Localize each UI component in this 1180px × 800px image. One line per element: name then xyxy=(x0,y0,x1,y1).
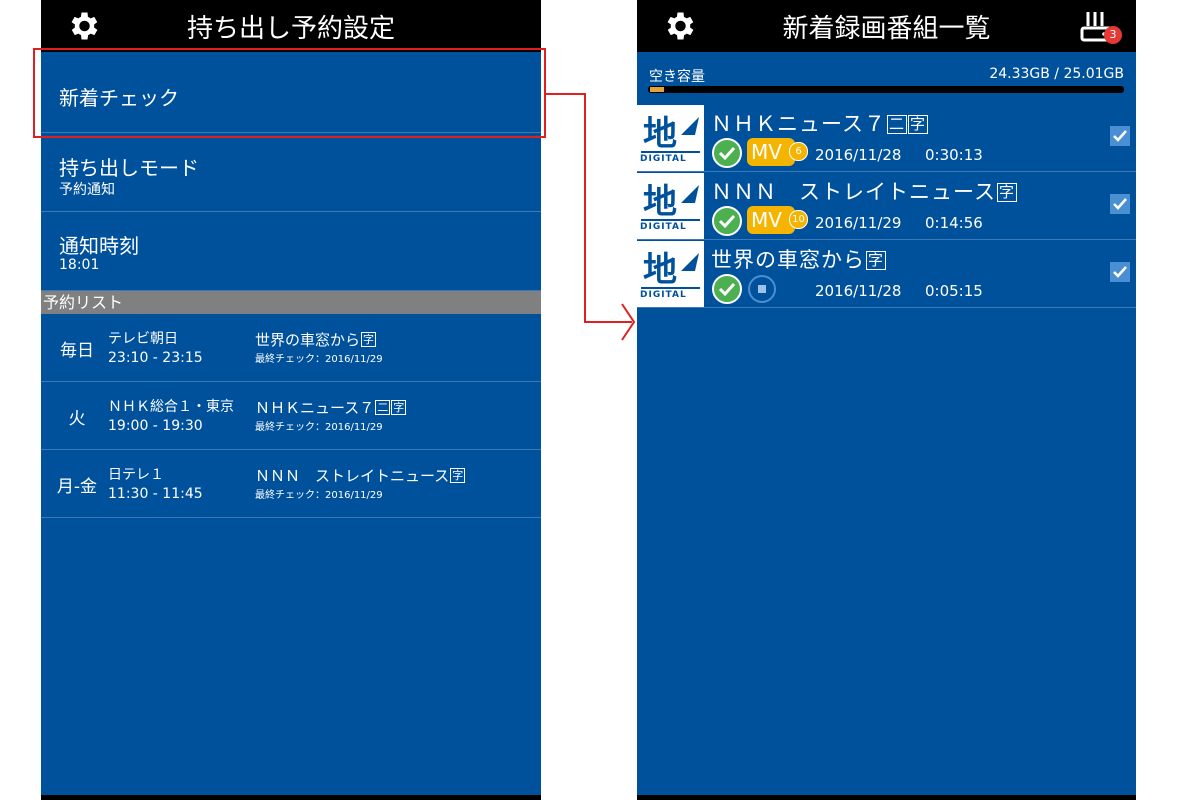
mobile-video-badge: MV xyxy=(747,138,795,166)
svg-text:地: 地 xyxy=(643,250,677,290)
checkmark-icon xyxy=(1113,266,1127,278)
bottom-bar xyxy=(41,795,541,800)
section-header: 予約リスト xyxy=(41,291,541,314)
program-name: ＮＨＫニュース７ xyxy=(711,112,886,136)
storage-indicator: 空き容量 24.33GB / 25.01GB xyxy=(637,52,1136,104)
right-top-bar: 新着録画番組一覧 3 xyxy=(637,0,1136,52)
reservation-item[interactable]: 月-金 日テレ１ 11:30 - 11:45 ＮＮＮ ストレイトニュース字 最終… xyxy=(41,450,541,518)
bilingual-badge: 二 xyxy=(375,400,391,415)
recording-date: 2016/11/28 xyxy=(815,282,902,300)
highlight-callout-box xyxy=(33,48,546,138)
reservation-last-check: 最終チェック：2016/11/29 xyxy=(255,354,383,365)
reservation-channel: テレビ朝日 xyxy=(108,331,178,347)
program-name: ＮＮＮ ストレイトニュース xyxy=(711,180,996,204)
setting-takeout-mode[interactable]: 持ち出しモード 予約通知 xyxy=(41,133,541,212)
page-title: 新着録画番組一覧 xyxy=(782,14,991,44)
caption-badge: 字 xyxy=(450,468,466,483)
bilingual-badge: 二 xyxy=(886,115,907,134)
program-name: 世界の車窓から xyxy=(711,248,865,272)
setting-label: 通知時刻 xyxy=(59,234,139,258)
recording-title: 世界の車窓から字 xyxy=(711,244,887,274)
caption-badge: 字 xyxy=(907,115,928,134)
svg-text:地: 地 xyxy=(643,182,677,222)
setting-value: 予約通知 xyxy=(59,182,115,198)
program-name: ＮＮＮ ストレイトニュース xyxy=(255,467,450,485)
reservation-day: 月-金 xyxy=(56,477,98,497)
mobile-video-badge: MV xyxy=(747,206,795,234)
recording-item[interactable]: 地 DIGITAL 世界の車窓から字 2016/11/28 0:05:15 xyxy=(637,240,1136,308)
select-checkbox[interactable] xyxy=(1110,262,1130,282)
select-checkbox[interactable] xyxy=(1110,194,1130,214)
recording-title: ＮＨＫニュース７ 二字 xyxy=(711,108,928,138)
recording-item[interactable]: 地 DIGITAL ＮＮＮ ストレイトニュース字 MV 10 2016/11/2… xyxy=(637,172,1136,240)
device-count-badge: 3 xyxy=(1104,26,1122,44)
reservation-item[interactable]: 毎日 テレビ朝日 23:10 - 23:15 世界の車窓から字 最終チェック：2… xyxy=(41,314,541,382)
logo-label: DIGITAL xyxy=(640,222,687,232)
reservation-time: 23:10 - 23:15 xyxy=(108,350,203,366)
reservation-program: ＮＮＮ ストレイトニュース字 xyxy=(255,465,466,486)
caption-badge: 字 xyxy=(391,400,407,415)
recording-title: ＮＮＮ ストレイトニュース字 xyxy=(711,176,1017,206)
reservation-day: 火 xyxy=(68,409,86,429)
reservation-last-check: 最終チェック：2016/11/29 xyxy=(255,422,383,433)
channel-logo: 地 DIGITAL xyxy=(637,173,704,239)
reservation-item[interactable]: 火 ＮＨＫ総合１・東京 19:00 - 19:30 ＮＨＫニュース７ 二字 最終チ… xyxy=(41,382,541,450)
caption-badge: 字 xyxy=(361,332,377,347)
channel-logo: 地 DIGITAL xyxy=(637,105,704,171)
storage-label: 空き容量 xyxy=(649,69,705,85)
logo-label: DIGITAL xyxy=(640,290,687,300)
program-name: 世界の車窓から xyxy=(255,331,361,349)
page-title: 持ち出し予約設定 xyxy=(186,14,395,44)
program-name: ＮＨＫニュース７ xyxy=(255,399,375,417)
recording-duration: 0:05:15 xyxy=(925,282,983,300)
caption-badge: 字 xyxy=(996,183,1017,202)
recording-duration: 0:30:13 xyxy=(925,146,983,164)
setting-value: 18:01 xyxy=(59,257,100,273)
storage-bar-fill xyxy=(650,87,665,92)
select-checkbox[interactable] xyxy=(1110,126,1130,146)
reservation-day: 毎日 xyxy=(60,341,94,361)
left-top-bar: 持ち出し予約設定 xyxy=(41,0,541,52)
reservation-time: 19:00 - 19:30 xyxy=(108,418,203,434)
reservation-channel: 日テレ１ xyxy=(108,467,164,483)
mv-count-badge: 10 xyxy=(789,210,808,229)
bottom-bar xyxy=(637,795,1136,800)
recording-duration: 0:14:56 xyxy=(925,214,983,232)
channel-logo: 地 DIGITAL xyxy=(637,241,704,307)
reservation-time: 11:30 - 11:45 xyxy=(108,486,203,502)
checkmark-icon xyxy=(1113,198,1127,210)
storage-bar xyxy=(648,86,1124,93)
check-circle-icon xyxy=(712,138,742,168)
check-circle-icon xyxy=(712,206,742,236)
recording-item[interactable]: 地 DIGITAL ＮＨＫニュース７ 二字 MV 6 2016/11/28 0:3… xyxy=(637,104,1136,172)
reservation-last-check: 最終チェック：2016/11/29 xyxy=(255,490,383,501)
storage-value: 24.33GB / 25.01GB xyxy=(989,66,1124,82)
check-circle-icon xyxy=(712,274,742,304)
recording-date: 2016/11/28 xyxy=(815,146,902,164)
stop-icon[interactable] xyxy=(747,274,777,304)
logo-label: DIGITAL xyxy=(640,154,687,164)
right-screen: 新着録画番組一覧 3 空き容量 24.33GB / 25.01GB 地 DIGI… xyxy=(637,0,1136,800)
callout-arrow-icon xyxy=(546,93,636,341)
mv-count-badge: 6 xyxy=(789,142,808,161)
reservation-program: ＮＨＫニュース７ 二字 xyxy=(255,397,407,418)
setting-notify-time[interactable]: 通知時刻 18:01 xyxy=(41,212,541,291)
reservation-program: 世界の車窓から字 xyxy=(255,329,377,350)
setting-label: 持ち出しモード xyxy=(59,156,199,180)
caption-badge: 字 xyxy=(866,251,887,270)
svg-text:地: 地 xyxy=(643,114,677,154)
checkmark-icon xyxy=(1113,130,1127,142)
reservation-channel: ＮＨＫ総合１・東京 xyxy=(108,399,234,415)
recording-date: 2016/11/29 xyxy=(815,214,902,232)
